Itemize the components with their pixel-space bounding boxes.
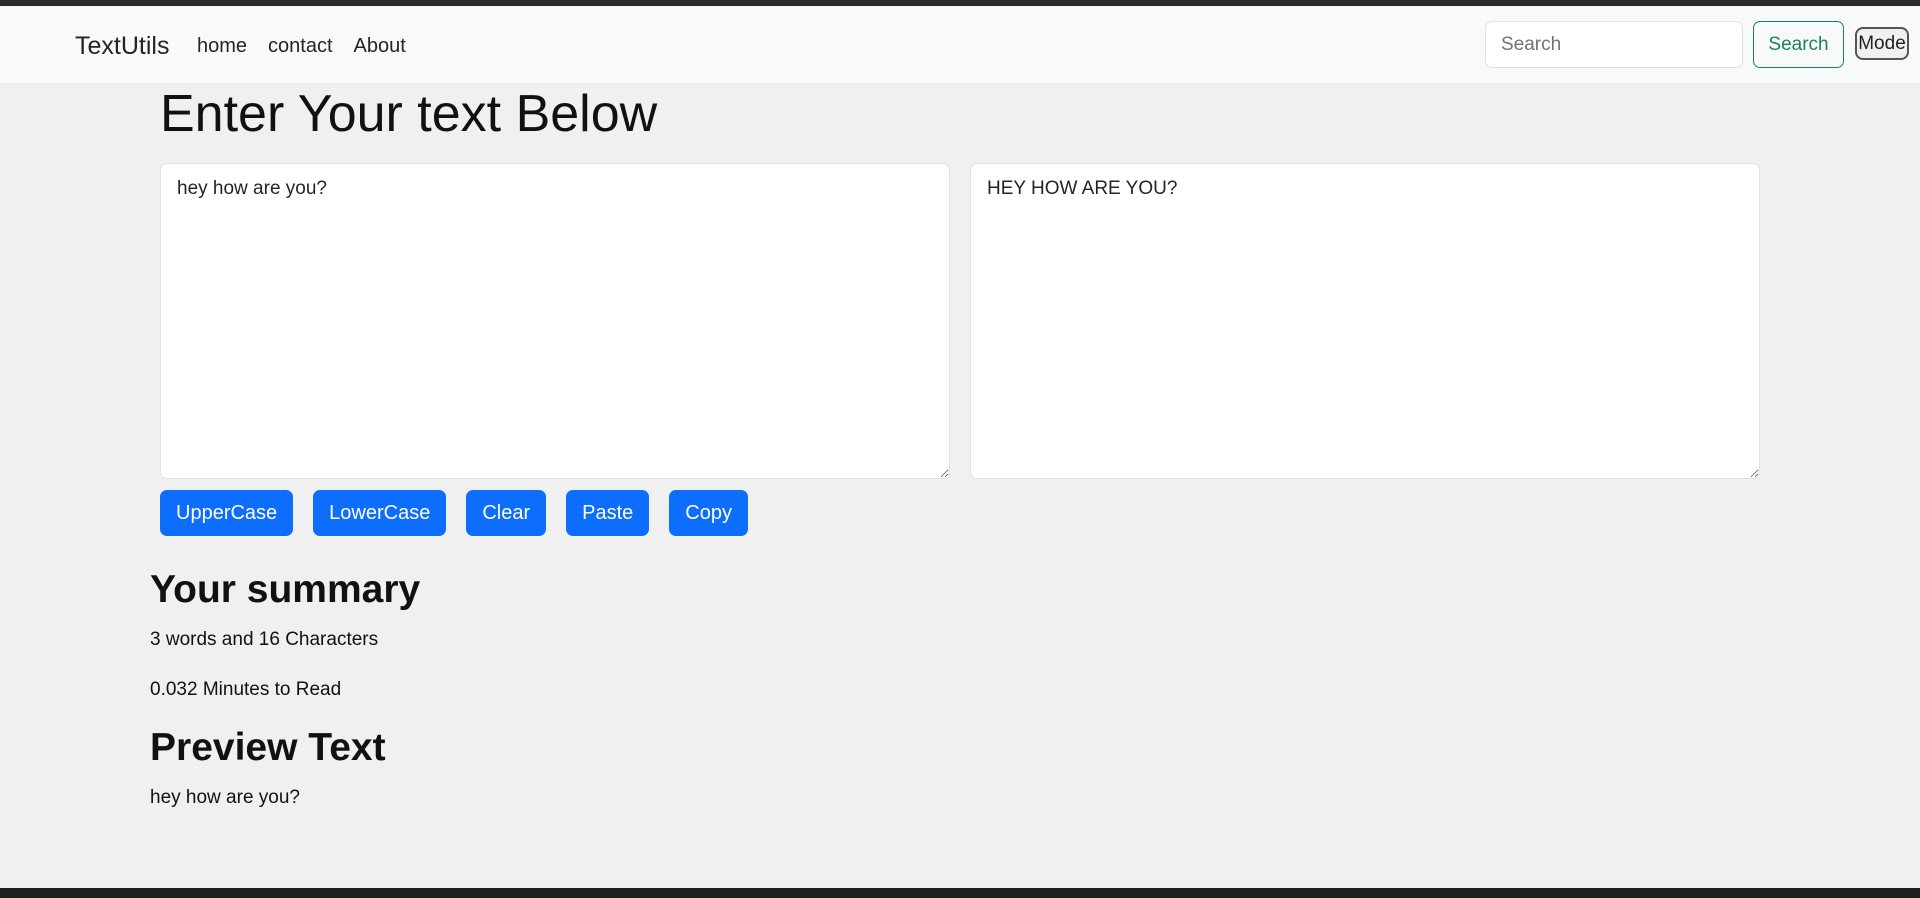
navbar-brand[interactable]: TextUtils <box>75 32 169 61</box>
window-bottom-border <box>0 888 1920 898</box>
search-button[interactable]: Search <box>1753 21 1844 68</box>
paste-button[interactable]: Paste <box>566 490 650 536</box>
word-count-text: 3 words and 16 Characters <box>150 629 379 650</box>
nav-links: home contact About <box>197 35 406 58</box>
uppercase-button[interactable]: UpperCase <box>160 490 294 536</box>
action-buttons: UpperCase LowerCase Clear Paste Copy <box>160 490 748 536</box>
output-textarea[interactable] <box>970 163 1760 479</box>
nav-link-about[interactable]: About <box>354 35 406 58</box>
read-time-text: 0.032 Minutes to Read <box>150 679 342 700</box>
copy-button[interactable]: Copy <box>669 490 748 536</box>
lowercase-button[interactable]: LowerCase <box>313 490 447 536</box>
navbar: TextUtils home contact About Search Mode <box>0 6 1920 83</box>
preview-text: hey how are you? <box>150 787 300 808</box>
input-textarea[interactable] <box>160 163 950 479</box>
mode-toggle-button[interactable]: Mode <box>1855 27 1909 60</box>
search-input[interactable] <box>1485 21 1743 68</box>
preview-title: Preview Text <box>150 726 386 769</box>
page-title: Enter Your text Below <box>160 85 658 143</box>
nav-link-home[interactable]: home <box>197 35 247 58</box>
nav-link-contact[interactable]: contact <box>268 35 332 58</box>
clear-button[interactable]: Clear <box>466 490 547 536</box>
summary-title: Your summary <box>150 568 421 611</box>
